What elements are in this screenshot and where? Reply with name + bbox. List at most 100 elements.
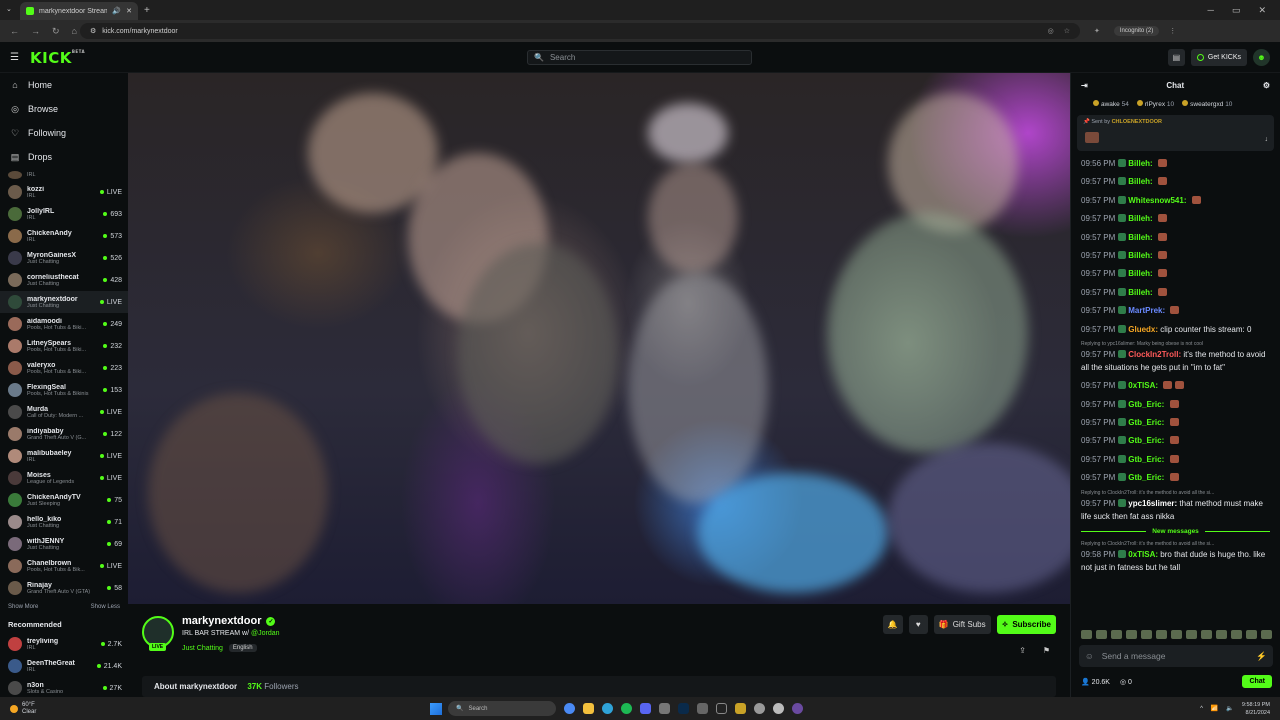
obs-icon[interactable] bbox=[792, 703, 803, 714]
send-chat-button[interactable]: Chat bbox=[1242, 675, 1272, 688]
app2-icon[interactable] bbox=[773, 703, 784, 714]
tab-list-chevron-icon[interactable]: ⌄ bbox=[6, 5, 12, 13]
media-icon[interactable] bbox=[754, 703, 765, 714]
video-player[interactable] bbox=[128, 73, 1070, 604]
message-username[interactable]: Gtb_Eric: bbox=[1128, 436, 1164, 445]
sidebar-channel[interactable]: FlexingSeal Pools, Hot Tubs & Bikinis 153 bbox=[0, 379, 128, 401]
sidebar-channel[interactable]: hello_kiko Just Chatting 71 bbox=[0, 511, 128, 533]
language-tag[interactable]: English bbox=[228, 644, 257, 652]
minimize-icon[interactable]: ─ bbox=[1208, 5, 1214, 16]
kick-logo[interactable]: KICKBETA bbox=[30, 49, 85, 67]
extensions-icon[interactable]: ✦ bbox=[1094, 27, 1100, 35]
sidebar-channel[interactable]: DeenTheGreat IRL 21.4K bbox=[0, 655, 128, 677]
show-more-link[interactable]: Show More bbox=[8, 604, 38, 610]
chat-input[interactable]: ☺ Send a message ⚡ bbox=[1079, 645, 1273, 667]
sidebar-channel[interactable]: IRL bbox=[0, 169, 128, 181]
message-username[interactable]: 0xTISA: bbox=[1128, 550, 1158, 559]
nav-browse[interactable]: ◎ Browse bbox=[0, 97, 128, 121]
new-tab-button[interactable]: + bbox=[144, 5, 150, 16]
emote-option[interactable] bbox=[1096, 630, 1107, 639]
message-username[interactable]: Gluedx: bbox=[1128, 325, 1158, 334]
maximize-icon[interactable]: ▭ bbox=[1232, 5, 1241, 16]
sidebar-channel[interactable]: withJENNY Just Chatting 69 bbox=[0, 533, 128, 555]
reply-context[interactable]: Replying to ClockIn2Troll: it's the meth… bbox=[1081, 541, 1270, 547]
channel-points[interactable]: ◎ 0 bbox=[1120, 678, 1132, 686]
nav-following[interactable]: ♡ Following bbox=[0, 121, 128, 145]
chat-settings-icon[interactable]: ⚙ bbox=[1263, 81, 1270, 90]
volume-icon[interactable]: 🔈 bbox=[1226, 705, 1233, 712]
expand-pinned-icon[interactable]: ↓ bbox=[1265, 136, 1269, 143]
sidebar-channel[interactable]: markynextdoor Just Chatting LIVE bbox=[0, 291, 128, 313]
nav-drops[interactable]: ▤ Drops bbox=[0, 145, 128, 169]
category-link[interactable]: Just Chatting bbox=[182, 645, 223, 652]
search-input[interactable]: 🔍 Search bbox=[527, 50, 752, 65]
sidebar-channel[interactable]: valeryxo Pools, Hot Tubs & Biki... 223 bbox=[0, 357, 128, 379]
subscribe-button[interactable]: ✧ Subscribe bbox=[996, 615, 1056, 634]
sidebar-channel[interactable]: LitneySpears Pools, Hot Tubs & Biki... 232 bbox=[0, 335, 128, 357]
message-username[interactable]: Billeh: bbox=[1128, 233, 1152, 242]
menu-icon[interactable]: ☰ bbox=[10, 52, 19, 63]
file-explorer-icon[interactable] bbox=[583, 703, 594, 714]
sidebar-channel[interactable]: ChickenAndyTV Just Sleeping 75 bbox=[0, 489, 128, 511]
audio-icon[interactable]: 🔊 bbox=[112, 7, 121, 15]
message-username[interactable]: Billeh: bbox=[1128, 177, 1152, 186]
emote-option[interactable] bbox=[1141, 630, 1152, 639]
message-username[interactable]: Billeh: bbox=[1128, 251, 1152, 260]
message-username[interactable]: Whitesnow541: bbox=[1128, 196, 1186, 205]
emote-option[interactable] bbox=[1201, 630, 1212, 639]
emote-option[interactable] bbox=[1126, 630, 1137, 639]
reply-context[interactable]: Replying to ClockIn2Troll: it's the meth… bbox=[1081, 490, 1270, 496]
message-username[interactable]: Billeh: bbox=[1128, 214, 1152, 223]
leaderboard-entry[interactable]: awake 54 bbox=[1093, 100, 1129, 108]
sidebar-channel[interactable]: Rinajay Grand Theft Auto V (GTA) 58 bbox=[0, 577, 128, 599]
user-avatar[interactable]: ☻ bbox=[1253, 49, 1270, 66]
message-username[interactable]: Gtb_Eric: bbox=[1128, 473, 1164, 482]
browser-menu-icon[interactable]: ⋮ bbox=[1169, 27, 1176, 35]
message-username[interactable]: 0xTISA: bbox=[1128, 381, 1158, 390]
taskbar-search[interactable]: 🔍 Search bbox=[448, 701, 556, 716]
url-field[interactable]: ⚙ kick.com/markynextdoor ◎ ☆ bbox=[80, 23, 1080, 39]
sidebar-channel[interactable]: ChickenAndy IRL 573 bbox=[0, 225, 128, 247]
message-username[interactable]: Gtb_Eric: bbox=[1128, 400, 1164, 409]
spotify-icon[interactable] bbox=[621, 703, 632, 714]
emote-option[interactable] bbox=[1111, 630, 1122, 639]
report-icon[interactable]: ⚑ bbox=[1043, 646, 1050, 655]
share-icon[interactable]: ⇪ bbox=[1019, 646, 1026, 655]
emote-option[interactable] bbox=[1261, 630, 1272, 639]
incognito-badge[interactable]: Incognito (2) bbox=[1113, 26, 1160, 36]
sidebar-channel[interactable]: n3on Slots & Casino 27K bbox=[0, 677, 128, 697]
emote-option[interactable] bbox=[1081, 630, 1092, 639]
app-icon[interactable] bbox=[697, 703, 708, 714]
mention-link[interactable]: @Jordan bbox=[251, 630, 280, 637]
get-kicks-button[interactable]: Get KICKs bbox=[1190, 49, 1247, 66]
sidebar-channel[interactable]: corneliusthecat Just Chatting 428 bbox=[0, 269, 128, 291]
tracking-icon[interactable]: ◎ bbox=[1048, 27, 1054, 35]
notification-bell-button[interactable]: 🔔 bbox=[882, 615, 903, 634]
site-info-icon[interactable]: ⚙ bbox=[90, 27, 96, 35]
sidebar-channel[interactable]: JollyIRL IRL 693 bbox=[0, 203, 128, 225]
game-icon[interactable] bbox=[735, 703, 746, 714]
emote-option[interactable] bbox=[1171, 630, 1182, 639]
terminal-icon[interactable] bbox=[716, 703, 727, 714]
windows-start-icon[interactable] bbox=[430, 702, 442, 715]
leaderboard-entry[interactable]: rlPyrex 10 bbox=[1136, 100, 1174, 108]
emote-option[interactable] bbox=[1231, 630, 1242, 639]
show-less-link[interactable]: Show Less bbox=[91, 604, 120, 610]
sidebar-channel[interactable]: Chanelbrown Pools, Hot Tubs & Bik... LIVE bbox=[0, 555, 128, 577]
bookmark-star-icon[interactable]: ☆ bbox=[1064, 27, 1070, 35]
back-icon[interactable]: ← bbox=[10, 26, 19, 37]
pinned-user[interactable]: CHLOENEXTDOOR bbox=[1112, 119, 1162, 125]
tab-close-icon[interactable]: ✕ bbox=[126, 7, 132, 15]
message-username[interactable]: MartPrek: bbox=[1128, 306, 1165, 315]
discord-icon[interactable] bbox=[640, 703, 651, 714]
chrome-icon[interactable] bbox=[564, 703, 575, 714]
sidebar-channel[interactable]: MyronGainesX Just Chatting 526 bbox=[0, 247, 128, 269]
reply-context[interactable]: Replying to ypc16slimer: Marky being obe… bbox=[1081, 341, 1270, 347]
message-username[interactable]: Gtb_Eric: bbox=[1128, 455, 1164, 464]
reload-icon[interactable]: ↻ bbox=[52, 26, 60, 37]
message-username[interactable]: ypc16slimer: bbox=[1128, 499, 1177, 508]
sidebar-channel[interactable]: Moises League of Legends LIVE bbox=[0, 467, 128, 489]
clock[interactable]: 9:58:19 PM 8/21/2024 bbox=[1242, 701, 1270, 717]
emote-picker-icon[interactable]: ☺ bbox=[1085, 651, 1094, 661]
edge-icon[interactable] bbox=[602, 703, 613, 714]
